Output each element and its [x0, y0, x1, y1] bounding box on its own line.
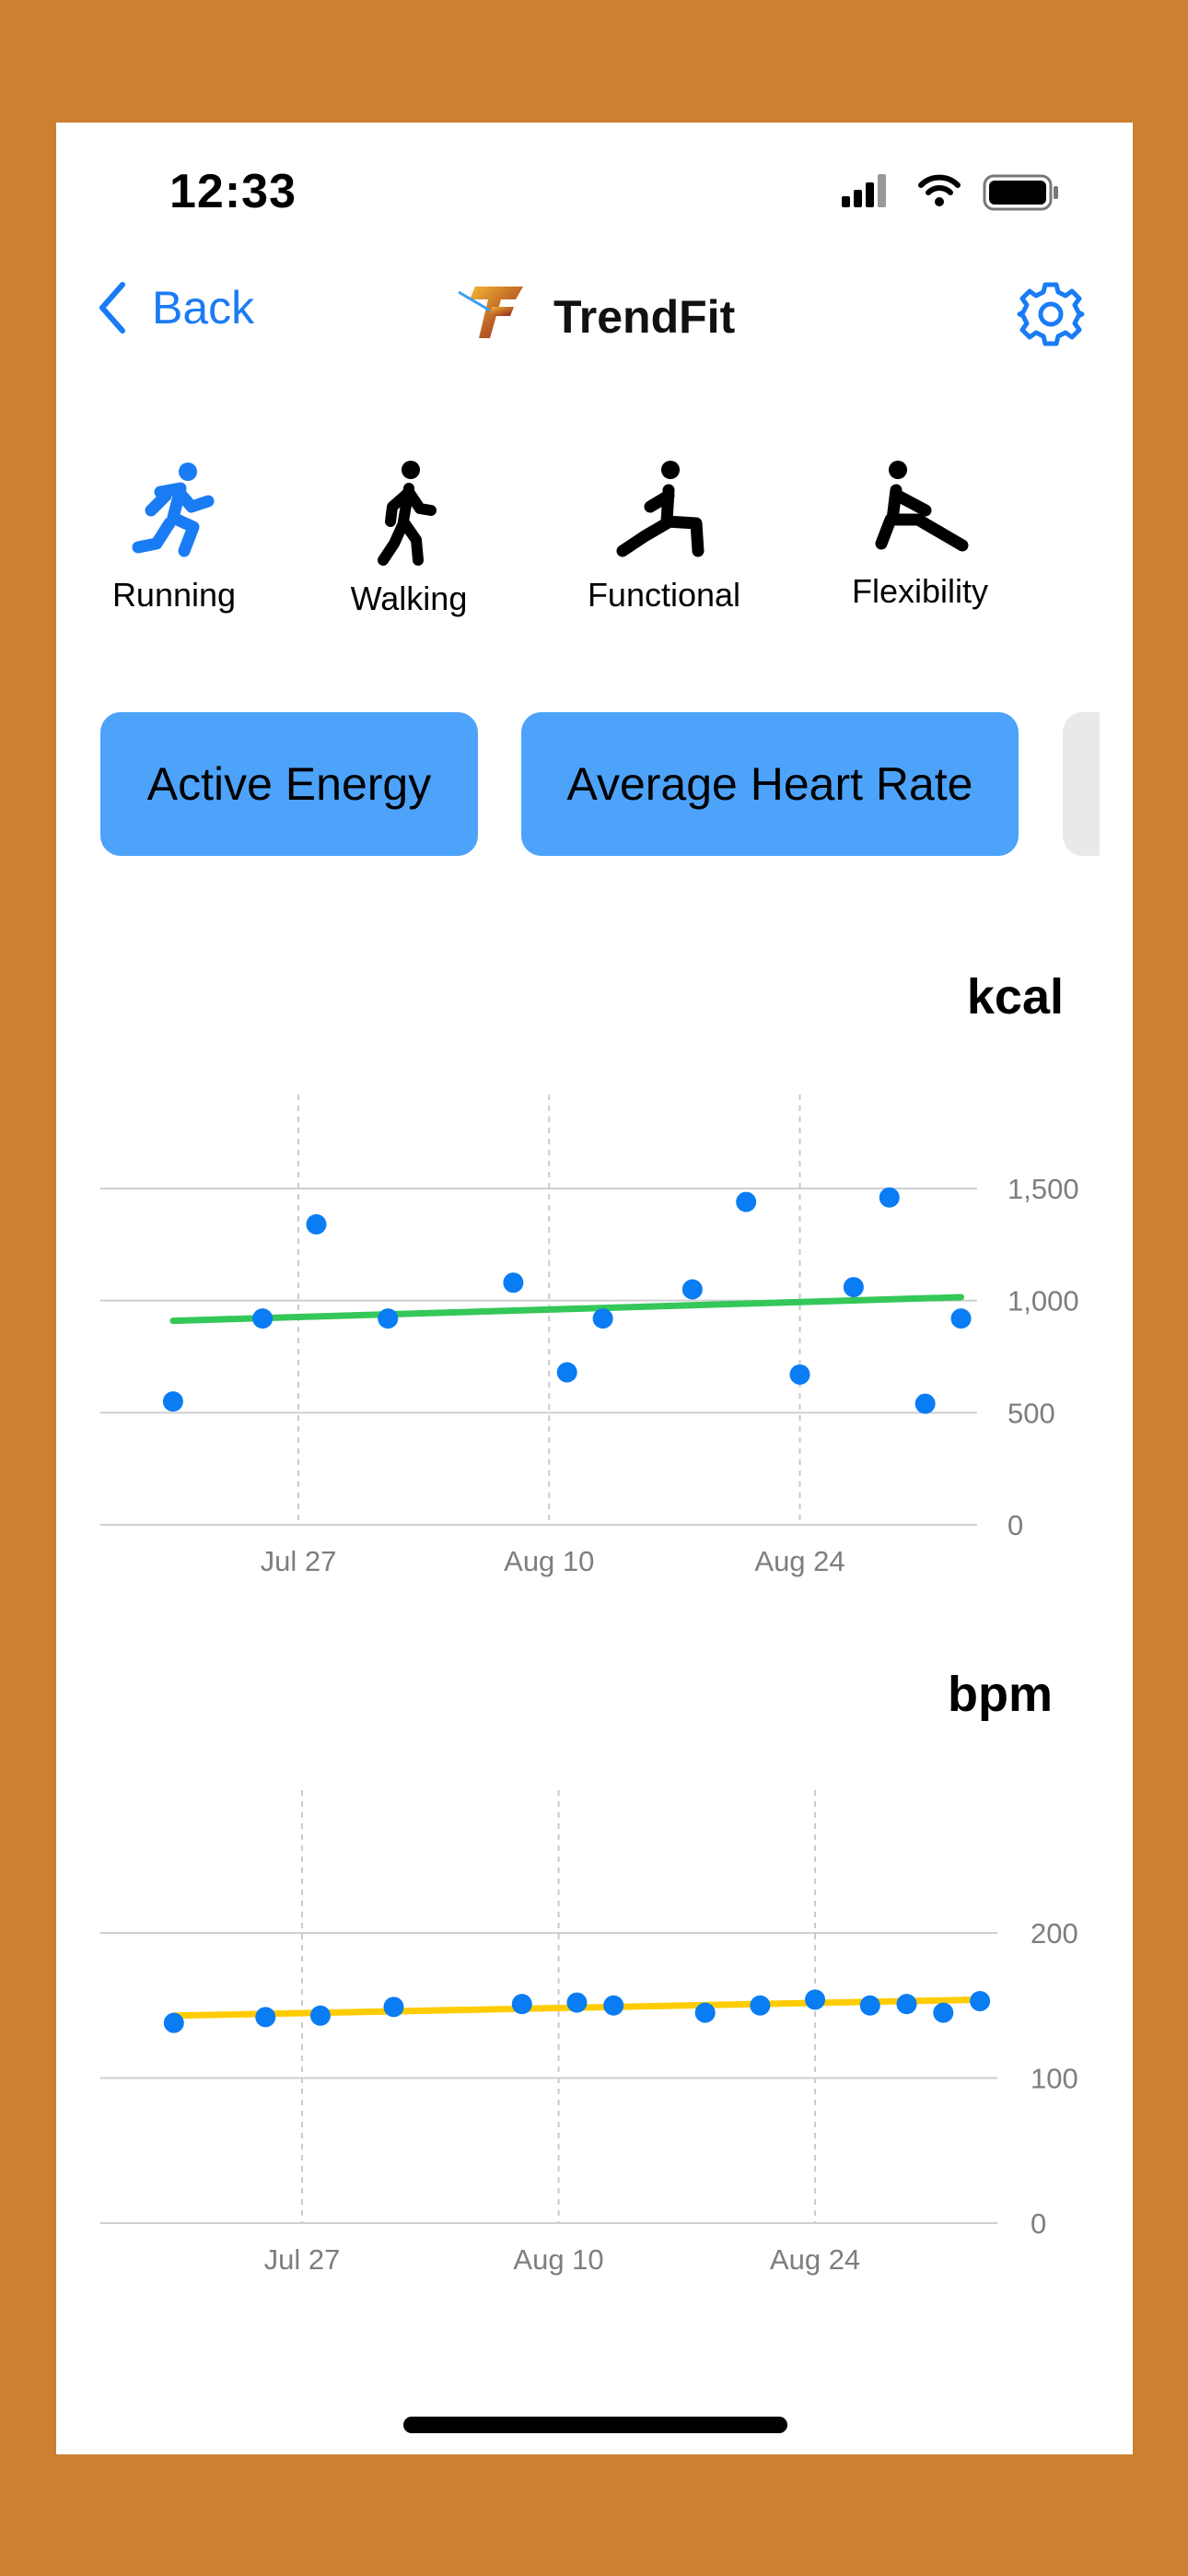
- metric-average-heart-rate-button[interactable]: Average Heart Rate: [521, 712, 1019, 856]
- data-point: [566, 1992, 588, 2013]
- walking-icon: [378, 461, 437, 566]
- flexibility-icon: [875, 461, 969, 552]
- data-point: [383, 1996, 404, 2018]
- wifi-icon: [918, 174, 961, 206]
- metric-next-button[interactable]: [1063, 712, 1100, 856]
- data-point: [933, 2002, 954, 2023]
- x-tick-label: Aug 10: [513, 2243, 603, 2276]
- y-tick-label: 200: [1031, 1917, 1078, 1950]
- data-point: [843, 1277, 864, 1298]
- x-tick-label: Jul 27: [261, 1545, 337, 1577]
- activity-flexibility[interactable]: Flexibility: [819, 459, 1021, 611]
- data-point: [163, 2012, 184, 2033]
- home-indicator[interactable]: [403, 2417, 787, 2433]
- data-point: [914, 1393, 936, 1414]
- battery-icon: [983, 174, 1058, 211]
- data-point: [252, 1308, 274, 1329]
- app-title: TrendFit: [553, 291, 736, 343]
- heart-rate-unit-label: bpm: [948, 1667, 1053, 1722]
- y-tick-label: 100: [1031, 2063, 1078, 2095]
- data-point: [694, 2002, 716, 2023]
- cellular-signal-icon: [842, 174, 886, 207]
- energy-unit-label: kcal: [966, 969, 1064, 1025]
- data-point: [750, 1995, 771, 2016]
- activity-label: Running: [111, 576, 237, 614]
- data-point: [950, 1308, 972, 1329]
- data-point: [255, 2007, 276, 2028]
- back-label: Back: [152, 282, 255, 334]
- x-tick-label: Aug 24: [754, 1545, 844, 1577]
- data-point: [309, 2005, 331, 2026]
- trend-line: [169, 1294, 965, 1325]
- running-icon: [132, 463, 215, 557]
- data-point: [789, 1364, 810, 1385]
- data-point: [970, 1991, 991, 2012]
- data-point: [859, 1995, 880, 2016]
- data-point: [603, 1995, 624, 2016]
- metric-active-energy-button[interactable]: Active Energy: [100, 712, 478, 856]
- status-time: 12:33: [169, 165, 297, 218]
- activity-running[interactable]: Running: [73, 459, 275, 615]
- app-screen: 12:33 Back TrendFit Running Walking Func…: [56, 123, 1133, 2454]
- y-tick-label: 0: [1007, 1509, 1023, 1541]
- data-point: [162, 1391, 183, 1412]
- data-point: [681, 1279, 703, 1300]
- data-point: [503, 1272, 524, 1294]
- data-point: [511, 1994, 532, 2015]
- activity-label: Functional: [587, 576, 741, 614]
- back-button[interactable]: Back: [97, 281, 254, 334]
- activity-functional[interactable]: Functional: [563, 459, 765, 615]
- trendfit-logo-icon: [458, 287, 523, 338]
- data-point: [736, 1191, 757, 1212]
- data-point: [896, 1994, 917, 2015]
- activity-label: Walking: [350, 580, 468, 617]
- activity-label: Flexibility: [851, 572, 989, 610]
- data-point: [556, 1362, 577, 1383]
- activity-walking[interactable]: Walking: [308, 459, 510, 618]
- data-point: [378, 1308, 399, 1329]
- x-tick-label: Jul 27: [264, 2243, 341, 2276]
- trend-line: [170, 1996, 984, 2020]
- gear-icon[interactable]: [1016, 279, 1086, 349]
- data-point: [306, 1213, 327, 1235]
- y-tick-label: 1,000: [1007, 1285, 1079, 1317]
- y-tick-label: 500: [1007, 1397, 1055, 1429]
- data-point: [805, 1989, 826, 2010]
- data-point: [879, 1187, 900, 1208]
- y-tick-label: 0: [1031, 2207, 1046, 2240]
- y-tick-label: 1,500: [1007, 1173, 1079, 1205]
- x-tick-label: Aug 10: [504, 1545, 594, 1577]
- x-tick-label: Aug 24: [770, 2243, 860, 2276]
- data-point: [592, 1308, 613, 1329]
- functional-training-icon: [616, 461, 705, 557]
- chevron-left-icon: [99, 282, 125, 334]
